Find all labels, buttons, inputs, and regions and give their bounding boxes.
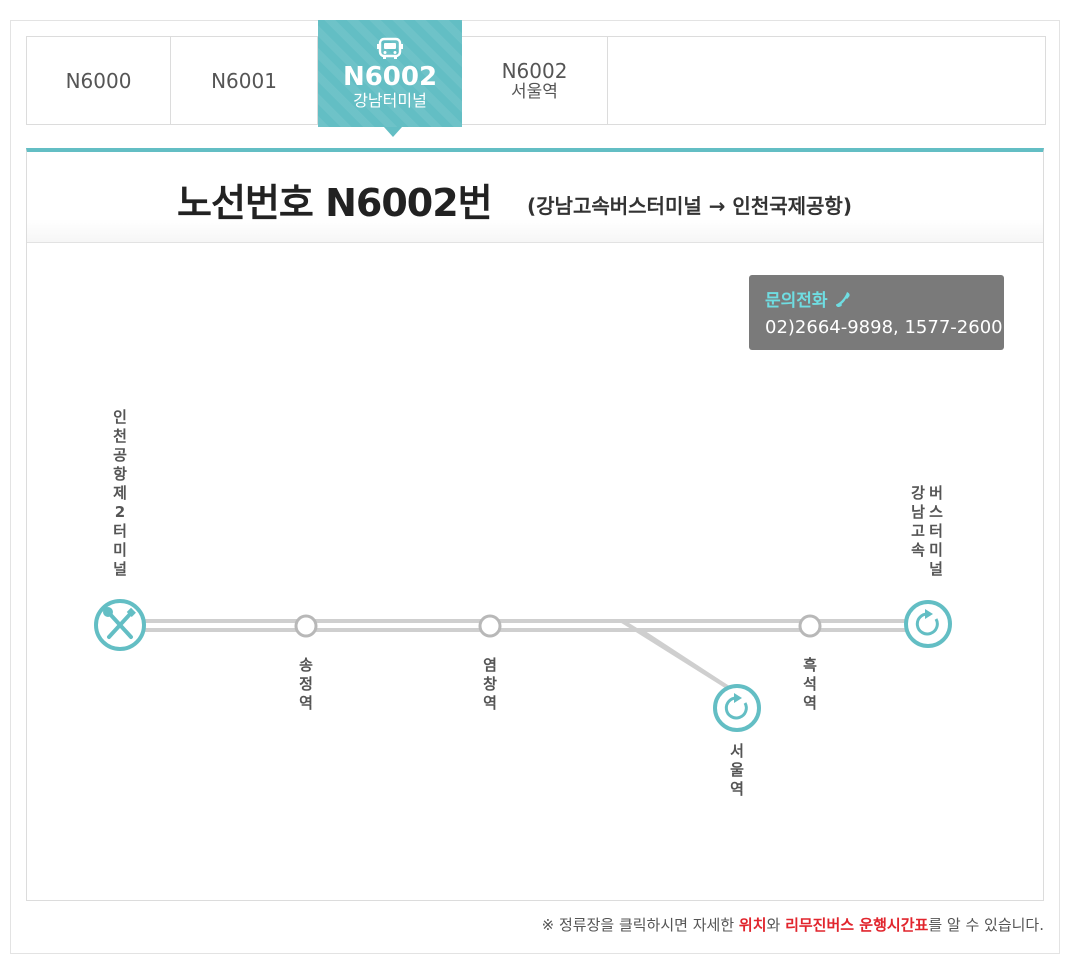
stop-label-gangnam-col2[interactable]: 버스터미널: [925, 484, 947, 579]
stop-gangnam[interactable]: [904, 600, 952, 648]
footer-location: 위치: [738, 916, 767, 934]
route-map: [94, 599, 952, 732]
stop-label-airport[interactable]: 인천공항제2터미널: [109, 408, 131, 579]
footer-mid: 와: [766, 916, 786, 934]
stop-airport[interactable]: [94, 599, 146, 651]
stop-label-heukseok[interactable]: 흑석역: [799, 656, 821, 713]
footer-note: ※ 정류장을 클릭하시면 자세한 위치와 리무진버스 운행시간표를 알 수 있습…: [542, 914, 1044, 935]
footer-suffix: 를 알 수 있습니다.: [928, 916, 1044, 934]
stop-yeomchang[interactable]: [478, 614, 502, 638]
footer-timetable: 리무진버스 운행시간표: [785, 916, 929, 934]
stop-songjeong[interactable]: [294, 614, 318, 638]
stop-label-yeomchang[interactable]: 염창역: [479, 656, 501, 713]
footer-prefix: ※ 정류장을 클릭하시면 자세한: [541, 916, 739, 934]
stop-heukseok[interactable]: [798, 614, 822, 638]
stop-label-seoul[interactable]: 서울역: [726, 742, 748, 799]
stop-seoul[interactable]: [713, 684, 761, 732]
stop-label-songjeong[interactable]: 송정역: [295, 656, 317, 713]
